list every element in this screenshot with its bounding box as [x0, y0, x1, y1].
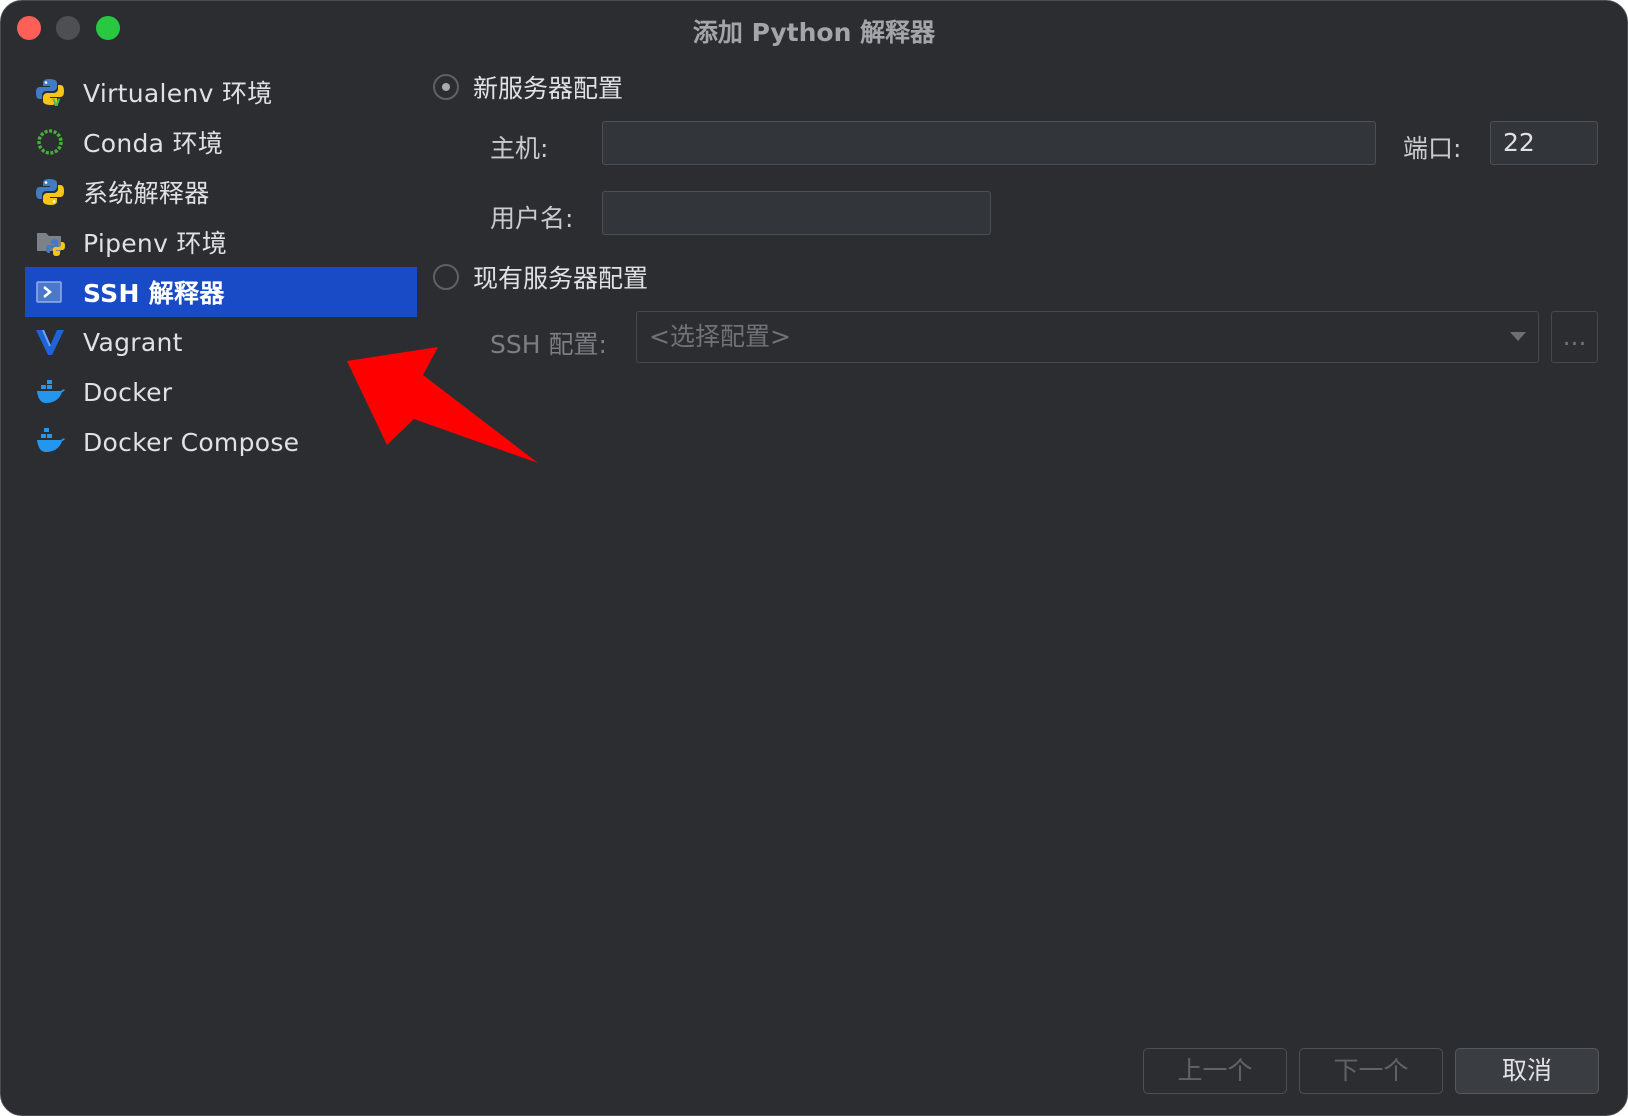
- annotation-arrow: [347, 347, 538, 463]
- add-python-interpreter-dialog: 添加 Python 解释器 v Virtualenv 环境 Conda 环境 系…: [0, 0, 1628, 1116]
